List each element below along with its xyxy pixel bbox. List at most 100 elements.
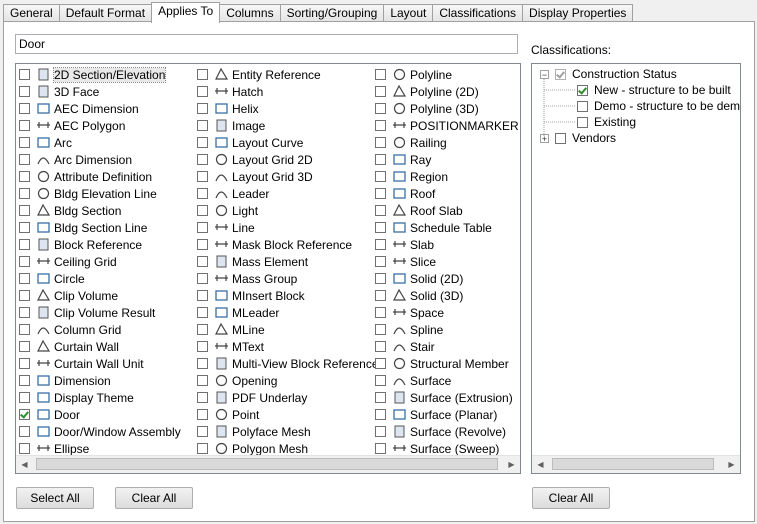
scroll-right-icon[interactable]: ▶ xyxy=(503,456,520,473)
item-checkbox[interactable] xyxy=(375,205,386,216)
item-checkbox[interactable] xyxy=(197,392,208,403)
item-checkbox[interactable] xyxy=(19,443,30,454)
list-item[interactable]: POSITIONMARKER xyxy=(375,117,519,134)
list-item[interactable]: PDF Underlay xyxy=(197,389,379,406)
item-checkbox[interactable] xyxy=(19,103,30,114)
item-checkbox[interactable] xyxy=(197,86,208,97)
list-item[interactable]: Layout Grid 3D xyxy=(197,168,379,185)
list-item[interactable]: Attribute Definition xyxy=(19,168,181,185)
item-checkbox[interactable] xyxy=(197,375,208,386)
list-item[interactable]: Column Grid xyxy=(19,321,181,338)
scroll-thumb[interactable] xyxy=(36,458,498,470)
item-checkbox[interactable] xyxy=(197,137,208,148)
item-checkbox[interactable] xyxy=(197,188,208,199)
item-checkbox[interactable] xyxy=(19,222,30,233)
item-checkbox[interactable] xyxy=(375,358,386,369)
tree-node-construction-status[interactable]: − Construction Status xyxy=(540,66,677,82)
demo-checkbox[interactable] xyxy=(577,100,588,112)
item-checkbox[interactable] xyxy=(197,205,208,216)
item-checkbox[interactable] xyxy=(197,154,208,165)
item-checkbox[interactable] xyxy=(197,443,208,454)
list-item[interactable]: Circle xyxy=(19,270,181,287)
item-checkbox[interactable] xyxy=(197,273,208,284)
list-item[interactable]: Opening xyxy=(197,372,379,389)
list-item[interactable]: Slab xyxy=(375,236,519,253)
item-checkbox[interactable] xyxy=(19,205,30,216)
list-item[interactable]: Clip Volume Result xyxy=(19,304,181,321)
item-checkbox[interactable] xyxy=(375,443,386,454)
list-item[interactable]: Ray xyxy=(375,151,519,168)
item-checkbox[interactable] xyxy=(19,392,30,403)
item-checkbox[interactable] xyxy=(375,154,386,165)
list-item[interactable]: Surface (Revolve) xyxy=(375,423,519,440)
item-checkbox[interactable] xyxy=(197,341,208,352)
item-checkbox[interactable] xyxy=(19,86,30,97)
item-checkbox[interactable] xyxy=(19,137,30,148)
item-checkbox[interactable] xyxy=(375,188,386,199)
item-checkbox[interactable] xyxy=(375,426,386,437)
tab-classifications[interactable]: Classifications xyxy=(432,4,524,22)
tree-node-vendors[interactable]: + Vendors xyxy=(540,130,616,146)
item-checkbox[interactable] xyxy=(375,341,386,352)
item-checkbox[interactable] xyxy=(197,222,208,233)
item-checkbox[interactable] xyxy=(375,222,386,233)
tab-sorting-grouping[interactable]: Sorting/Grouping xyxy=(279,4,385,22)
existing-checkbox[interactable] xyxy=(577,116,588,128)
tab-default-format[interactable]: Default Format xyxy=(58,4,153,22)
list-item[interactable]: Arc Dimension xyxy=(19,151,181,168)
tab-layout[interactable]: Layout xyxy=(383,4,434,22)
item-checkbox[interactable] xyxy=(19,341,30,352)
scroll-left-icon[interactable]: ◀ xyxy=(16,456,33,473)
item-checkbox[interactable] xyxy=(197,409,208,420)
list-item[interactable]: Roof xyxy=(375,185,519,202)
list-item[interactable]: Clip Volume xyxy=(19,287,181,304)
tree-scroll-thumb[interactable] xyxy=(552,458,714,470)
item-checkbox[interactable] xyxy=(375,256,386,267)
list-item[interactable]: Line xyxy=(197,219,379,236)
list-item[interactable]: Ceiling Grid xyxy=(19,253,181,270)
item-checkbox[interactable] xyxy=(375,239,386,250)
list-item[interactable]: Block Reference xyxy=(19,236,181,253)
list-item[interactable]: Light xyxy=(197,202,379,219)
item-checkbox[interactable] xyxy=(19,239,30,250)
item-checkbox[interactable] xyxy=(19,154,30,165)
item-checkbox[interactable] xyxy=(19,256,30,267)
item-checkbox[interactable] xyxy=(19,358,30,369)
item-checkbox[interactable] xyxy=(375,273,386,284)
list-item[interactable]: Bldg Section xyxy=(19,202,181,219)
list-item[interactable]: Entity Reference xyxy=(197,66,379,83)
list-item[interactable]: Surface xyxy=(375,372,519,389)
tab-columns[interactable]: Columns xyxy=(219,4,281,22)
item-checkbox[interactable] xyxy=(19,171,30,182)
item-checkbox[interactable] xyxy=(375,86,386,97)
item-checkbox[interactable] xyxy=(19,375,30,386)
list-item[interactable]: Slice xyxy=(375,253,519,270)
clear-all-classifications-button[interactable]: Clear All xyxy=(532,487,610,509)
item-checkbox[interactable] xyxy=(19,69,30,80)
item-checkbox[interactable] xyxy=(375,120,386,131)
list-item[interactable]: Mask Block Reference xyxy=(197,236,379,253)
list-item[interactable]: Polyline (3D) xyxy=(375,100,519,117)
list-item[interactable]: 3D Face xyxy=(19,83,181,100)
list-item[interactable]: Point xyxy=(197,406,379,423)
item-checkbox[interactable] xyxy=(19,307,30,318)
list-item[interactable]: Structural Member xyxy=(375,355,519,372)
item-checkbox[interactable] xyxy=(197,358,208,369)
list-item[interactable]: Image xyxy=(197,117,379,134)
collapse-icon[interactable]: − xyxy=(540,69,549,79)
list-item[interactable]: Schedule Table xyxy=(375,219,519,236)
classifications-tree[interactable]: − Construction Status New - structure to… xyxy=(531,63,741,474)
list-item[interactable]: Roof Slab xyxy=(375,202,519,219)
tree-scroll-left-icon[interactable]: ◀ xyxy=(532,456,549,473)
item-checkbox[interactable] xyxy=(197,426,208,437)
list-item[interactable]: 2D Section/Elevation xyxy=(19,66,181,83)
item-checkbox[interactable] xyxy=(197,324,208,335)
item-checkbox[interactable] xyxy=(375,171,386,182)
item-checkbox[interactable] xyxy=(197,171,208,182)
expand-icon[interactable]: + xyxy=(540,133,549,143)
item-checkbox[interactable] xyxy=(375,307,386,318)
item-checkbox[interactable] xyxy=(19,409,30,420)
tree-scroll-right-icon[interactable]: ▶ xyxy=(723,456,740,473)
item-checkbox[interactable] xyxy=(375,409,386,420)
list-item[interactable]: MInsert Block xyxy=(197,287,379,304)
